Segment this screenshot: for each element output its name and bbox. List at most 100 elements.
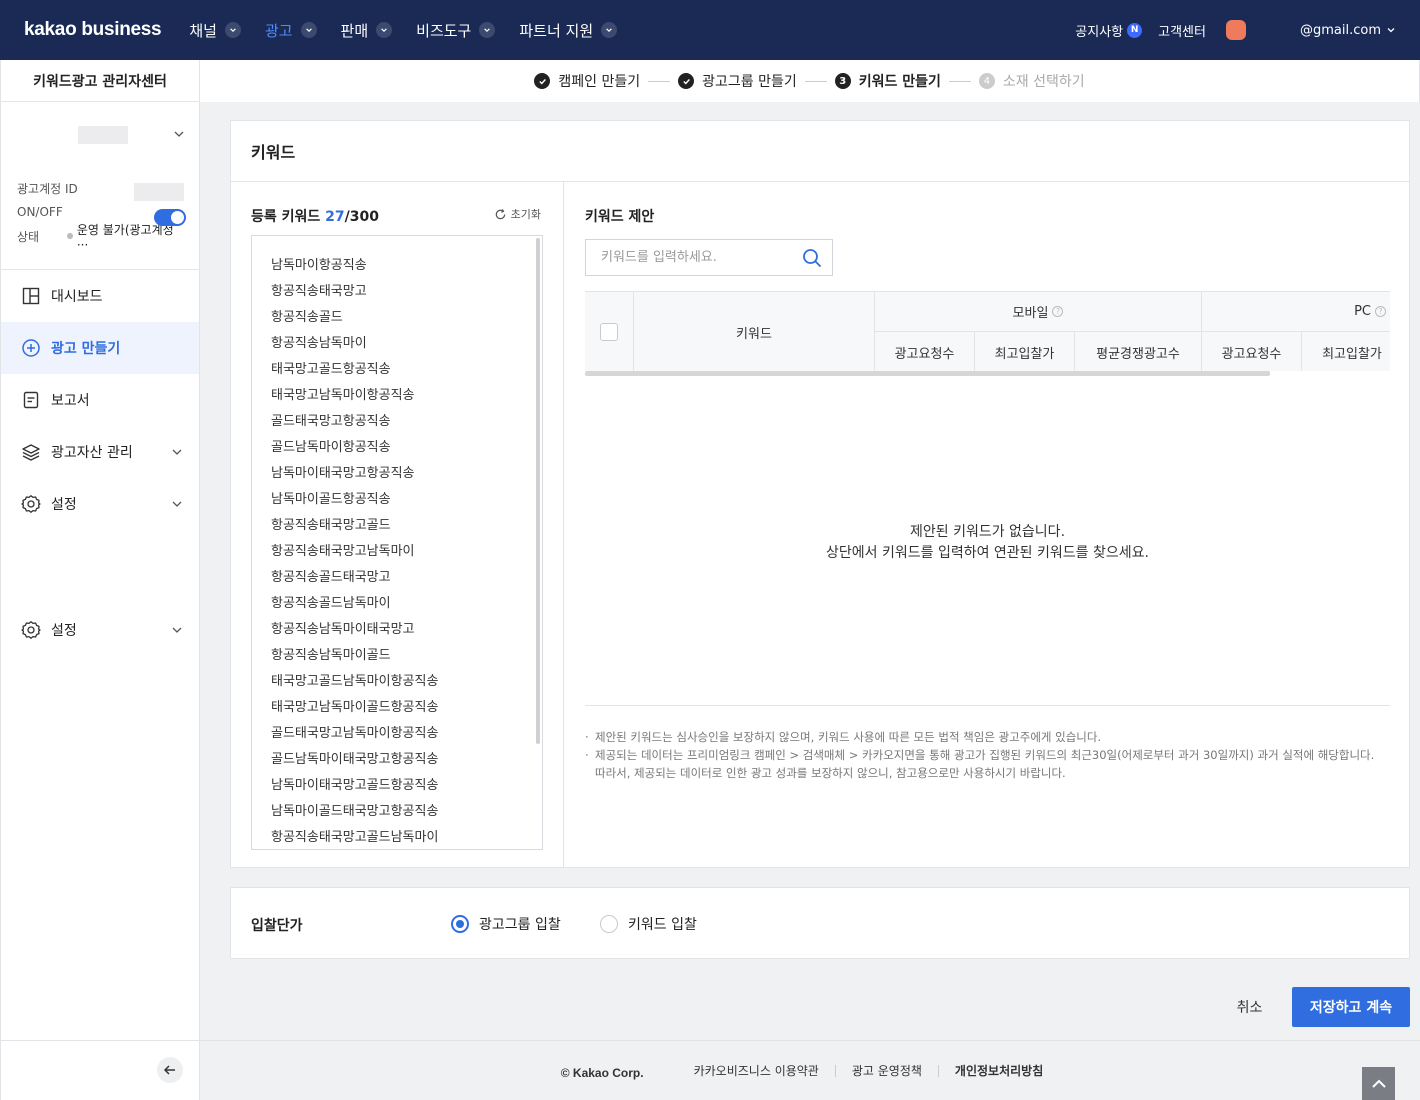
keyword-item[interactable]: 태국망고골드남독마이항공직송 [252, 669, 542, 695]
chevron-down-icon [479, 22, 496, 38]
col-mobile-avg-competition: 평균경쟁광고수 [1075, 332, 1202, 371]
menu-partner-support[interactable]: 파트너 지원 [519, 20, 618, 41]
col-group-mobile: 모바일? [875, 292, 1202, 332]
onoff-toggle[interactable] [154, 209, 186, 226]
sidebar-item-asset-management[interactable]: 광고자산 관리 [1, 426, 199, 478]
panel-title: 키워드 [231, 121, 1409, 182]
notice-list: 제안된 키워드는 심사승인을 보장하지 않으며, 키워드 사용에 따른 모든 법… [585, 728, 1395, 782]
chevron-down-icon [172, 627, 182, 633]
scrollbar[interactable] [536, 238, 540, 744]
keyword-item[interactable]: 항공직송골드태국망고 [252, 565, 542, 591]
avatar[interactable] [1225, 20, 1246, 40]
chevron-down-icon [601, 22, 618, 38]
menu-sales[interactable]: 판매 [341, 20, 393, 41]
horizontal-scrollbar[interactable] [585, 371, 1270, 376]
menu-biz-tools[interactable]: 비즈도구 [416, 20, 496, 41]
keyword-item[interactable]: 항공직송태국망고골드 [252, 513, 542, 539]
help-icon[interactable]: ? [1375, 306, 1386, 317]
save-and-continue-button[interactable]: 저장하고 계속 [1292, 987, 1410, 1027]
status-dot [67, 233, 73, 239]
menu-channel[interactable]: 채널 [189, 20, 241, 41]
footer-link-privacy[interactable]: 개인정보처리방침 [939, 1065, 1059, 1077]
new-badge: N [1127, 22, 1143, 38]
keyword-item[interactable]: 남독마이골드태국망고항공직송 [252, 799, 542, 825]
keyword-item[interactable]: 골드남독마이항공직송 [252, 435, 542, 461]
bid-option-ad-group[interactable]: 광고그룹 입찰 [451, 914, 561, 934]
keyword-item[interactable]: 남독마이태국망고항공직송 [252, 461, 542, 487]
help-icon[interactable]: ? [1052, 306, 1064, 317]
status-label: 상태 [17, 229, 40, 244]
step-ad-group: 광고그룹 만들기 [678, 71, 797, 91]
keyword-item[interactable]: 태국망고남독마이골드항공직송 [252, 695, 542, 721]
sidebar-item-create-ad[interactable]: 광고 만들기 [1, 322, 199, 374]
keyword-item[interactable]: 항공직송남독마이 [252, 331, 542, 357]
step-keyword: 3 키워드 만들기 [834, 71, 941, 91]
sidebar-title: 키워드광고 관리자센터 [1, 60, 199, 102]
keyword-item[interactable]: 항공직송골드남독마이 [252, 591, 542, 617]
keyword-item[interactable]: 골드남독마이태국망고항공직송 [252, 747, 542, 773]
step-number: 4 [978, 73, 995, 89]
keyword-item[interactable]: 골드태국망고남독마이항공직송 [252, 721, 542, 747]
main-menu: 채널 광고 판매 비즈도구 파트너 지원 [189, 20, 641, 41]
keyword-item[interactable]: 항공직송남독마이태국망고 [252, 617, 542, 643]
cancel-button[interactable]: 취소 [1222, 988, 1277, 1026]
radio-unselected[interactable] [600, 915, 618, 933]
account-id-label: 광고계정 ID [17, 181, 78, 196]
chevron-down-icon [376, 22, 393, 38]
footer-link-ad-policy[interactable]: 광고 운영정책 [836, 1064, 939, 1077]
scroll-to-top-button[interactable] [1362, 1067, 1395, 1100]
reset-button[interactable]: 초기화 [494, 206, 541, 222]
chevron-down-icon [224, 22, 241, 38]
keyword-item[interactable]: 남독마이태국망고골드항공직송 [252, 773, 542, 799]
account-info: 광고계정 ID ON/OFF 상태 운영 불가(광고계정 ··· [1, 166, 199, 270]
keyword-item[interactable]: 항공직송골드 [252, 305, 542, 331]
keyword-item[interactable]: 골드태국망고항공직송 [252, 409, 542, 435]
step-divider [648, 80, 671, 82]
select-all-cell [585, 292, 634, 371]
registered-keyword-list[interactable]: 남독마이항공직송 항공직송태국망고 항공직송골드 항공직송남독마이 태국망고골드항공직송… [251, 235, 543, 850]
keyword-item[interactable]: 항공직송태국망고골드남독마이 [252, 825, 542, 849]
select-all-checkbox[interactable] [600, 323, 618, 341]
keyword-item[interactable]: 항공직송남독마이골드 [252, 643, 542, 669]
support-link[interactable]: 고객센터 [1158, 21, 1206, 40]
keyword-item[interactable]: 항공직송태국망고남독마이 [252, 539, 542, 565]
account-menu[interactable]: @gmail.com [1300, 23, 1396, 38]
divider [585, 705, 1390, 706]
keyword-item[interactable]: 태국망고남독마이항공직송 [252, 383, 542, 409]
sidebar-item-settings-2[interactable]: 설정 [1, 604, 199, 656]
keyword-item[interactable]: 남독마이골드항공직송 [252, 487, 542, 513]
radio-selected[interactable] [451, 915, 469, 933]
account-name-placeholder [78, 126, 128, 144]
notice-item: 제공되는 데이터는 프리미엄링크 캠페인 > 검색매체 > 카카오지면을 통해 … [585, 746, 1395, 764]
sidebar-item-report[interactable]: 보고서 [1, 374, 199, 426]
kakao-business-logo[interactable]: kakao business [24, 19, 162, 41]
keyword-item[interactable]: 남독마이항공직송 [252, 253, 542, 279]
suggestion-table-header: 키워드 모바일? PC? 광고요청수 최고입찰가 평균경쟁광고수 광고요청수 최… [585, 291, 1390, 371]
registered-count: 27 [325, 209, 345, 225]
registered-keywords-title: 등록 키워드 27/300 [251, 209, 379, 225]
notice-link[interactable]: 공지사항 [1075, 21, 1123, 40]
col-pc-requests: 광고요청수 [1202, 332, 1302, 371]
search-icon[interactable] [802, 248, 822, 268]
account-id-value [134, 183, 184, 201]
chevron-down-icon [300, 22, 317, 38]
footer-link-terms[interactable]: 카카오비즈니스 이용약관 [678, 1064, 836, 1077]
sidebar-item-settings[interactable]: 설정 [1, 478, 199, 530]
keyword-search-input[interactable] [586, 250, 786, 265]
chevron-up-icon [1371, 1079, 1386, 1088]
bid-option-keyword[interactable]: 키워드 입찰 [600, 914, 697, 934]
keyword-item[interactable]: 태국망고골드항공직송 [252, 357, 542, 383]
keyword-item[interactable]: 항공직송태국망고 [252, 279, 542, 305]
registered-keywords-section: 등록 키워드 27/300 초기화 남독마이항공직송 항공직송태국망고 항공직송골드… [231, 182, 564, 868]
onoff-label: ON/OFF [17, 205, 63, 219]
collapse-sidebar-button[interactable] [157, 1057, 183, 1083]
chevron-down-icon [174, 131, 184, 137]
creation-steps: 캠페인 만들기 광고그룹 만들기 3 키워드 만들기 4 소재 선택하기 [200, 60, 1420, 102]
account-selector[interactable] [1, 102, 199, 166]
keyword-panel: 키워드 등록 키워드 27/300 초기화 남독마이항공직송 항공직송태국망고 항공… [230, 120, 1410, 868]
sidebar-item-dashboard[interactable]: 대시보드 [1, 270, 199, 322]
menu-ads[interactable]: 광고 [265, 20, 317, 41]
col-mobile-max-bid: 최고입찰가 [975, 332, 1075, 371]
step-divider [948, 80, 971, 82]
